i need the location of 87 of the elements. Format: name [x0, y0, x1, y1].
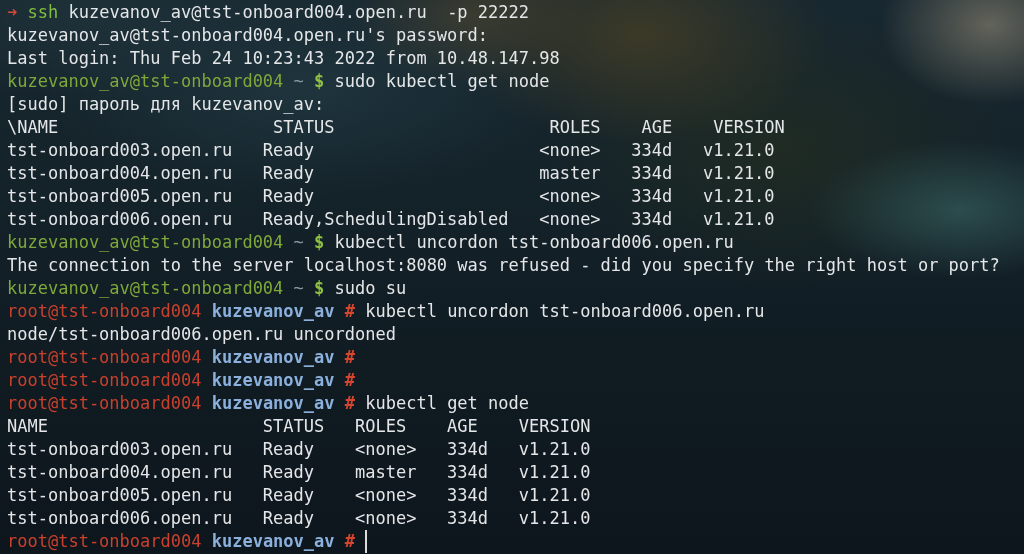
prompt-user-host: kuzevanov_av@tst-onboard004	[7, 231, 284, 254]
table-cell: 334d	[447, 462, 489, 482]
prompt-user-host: root@tst-onboard004	[7, 392, 202, 415]
table-cell: tst-onboard004.open.ru	[7, 462, 233, 482]
table-cell: Ready,SchedulingDisabled	[262, 209, 509, 229]
table-cell: tst-onboard005.open.ru	[7, 186, 233, 206]
table-cell: 334d	[447, 439, 489, 459]
table-header-cell: STATUS	[262, 416, 325, 436]
prompt-directory: kuzevanov_av	[211, 392, 335, 415]
table-cell: Ready	[262, 462, 315, 482]
prompt-directory: ~	[293, 231, 304, 254]
prompt-directory: kuzevanov_av	[211, 369, 335, 392]
table-cell: Ready	[262, 163, 315, 183]
table-cell: Ready	[262, 508, 315, 528]
table-cell: <none>	[539, 209, 601, 229]
table-cell: 334d	[631, 140, 673, 160]
table-header-cell: AGE	[641, 117, 673, 137]
output-line: kuzevanov_av@tst-onboard004.open.ru's password:	[7, 24, 489, 47]
table-header-cell: ROLES	[354, 416, 407, 436]
output-line: node/tst-onboard006.open.ru uncordoned	[7, 323, 396, 346]
prompt-arrow: ➜	[7, 1, 18, 24]
command-text: kubectl uncordon tst-onboard006.open.ru	[365, 300, 765, 323]
prompt-symbol: $	[314, 231, 325, 254]
table-cell: Ready	[262, 439, 315, 459]
table-cell: 334d	[631, 163, 673, 183]
prompt-symbol: #	[344, 346, 355, 369]
command-text: sudo kubectl get node	[334, 70, 550, 93]
command-arguments: kuzevanov_av@tst-onboard004.open.ru -p 22222	[68, 1, 529, 24]
table-cell: 334d	[447, 485, 489, 505]
output-line: The connection to the server localhost:8080 was refused - did you specify the right host or port?	[7, 254, 1000, 277]
prompt-symbol: $	[314, 277, 325, 300]
prompt-directory: kuzevanov_av	[211, 530, 335, 553]
table-cell: tst-onboard005.open.ru	[7, 485, 233, 505]
prompt-directory: kuzevanov_av	[211, 346, 335, 369]
table-header-cell: AGE	[447, 416, 478, 436]
table-cell: Ready	[262, 485, 315, 505]
prompt-symbol: $	[314, 70, 325, 93]
table-cell: tst-onboard003.open.ru	[7, 140, 233, 160]
table-cell: v1.21.0	[702, 186, 775, 206]
command-name: ssh	[27, 1, 59, 24]
output-line: Last login: Thu Feb 24 10:23:43 2022 from 10.48.147.98	[7, 47, 560, 70]
table-cell: tst-onboard006.open.ru	[7, 508, 233, 528]
prompt-user-host: kuzevanov_av@tst-onboard004	[7, 277, 284, 300]
table-cell: v1.21.0	[518, 485, 591, 505]
command-text: sudo su	[334, 277, 407, 300]
table-cell: <none>	[354, 485, 417, 505]
table-header-cell: STATUS	[273, 117, 335, 137]
table-header-cell: ROLES	[549, 117, 601, 137]
table-cell: v1.21.0	[702, 209, 775, 229]
command-text: kubectl uncordon tst-onboard006.open.ru	[334, 231, 734, 254]
output-line: [sudo] пароль для kuzevanov_av:	[7, 93, 325, 116]
table-cell: v1.21.0	[518, 508, 591, 528]
prompt-directory: ~	[293, 277, 304, 300]
table-cell: v1.21.0	[518, 462, 591, 482]
table-cell: 334d	[631, 209, 673, 229]
table-cell: <none>	[539, 186, 601, 206]
prompt-symbol: #	[344, 300, 355, 323]
table-cell: tst-onboard003.open.ru	[7, 439, 233, 459]
prompt-symbol: #	[344, 530, 355, 553]
prompt-symbol: #	[344, 369, 355, 392]
table-header-cell: \NAME	[7, 117, 59, 137]
table-cell: <none>	[539, 140, 601, 160]
table-cell: 334d	[631, 186, 673, 206]
table-cell: 334d	[447, 508, 489, 528]
table-cell: <none>	[354, 508, 417, 528]
prompt-user-host: root@tst-onboard004	[7, 530, 202, 553]
table-cell: tst-onboard006.open.ru	[7, 209, 233, 229]
table-header-cell: VERSION	[518, 416, 591, 436]
table-cell: Ready	[262, 140, 315, 160]
table-header-cell: VERSION	[713, 117, 785, 137]
table-cell: Ready	[262, 186, 315, 206]
table-cell: v1.21.0	[702, 163, 775, 183]
table-cell: v1.21.0	[702, 140, 775, 160]
prompt-symbol: #	[344, 392, 355, 415]
table-cell: master	[354, 462, 417, 482]
table-cell: tst-onboard004.open.ru	[7, 163, 233, 183]
table-cell: master	[539, 163, 601, 183]
prompt-user-host: root@tst-onboard004	[7, 346, 202, 369]
prompt-directory: ~	[293, 70, 304, 93]
prompt-user-host: root@tst-onboard004	[7, 369, 202, 392]
command-text: kubectl get node	[365, 392, 529, 415]
prompt-user-host: root@tst-onboard004	[7, 300, 202, 323]
table-cell: v1.21.0	[518, 439, 591, 459]
prompt-directory: kuzevanov_av	[211, 300, 335, 323]
prompt-user-host: kuzevanov_av@tst-onboard004	[7, 70, 284, 93]
table-header-cell: NAME	[7, 416, 48, 436]
table-cell: <none>	[354, 439, 417, 459]
